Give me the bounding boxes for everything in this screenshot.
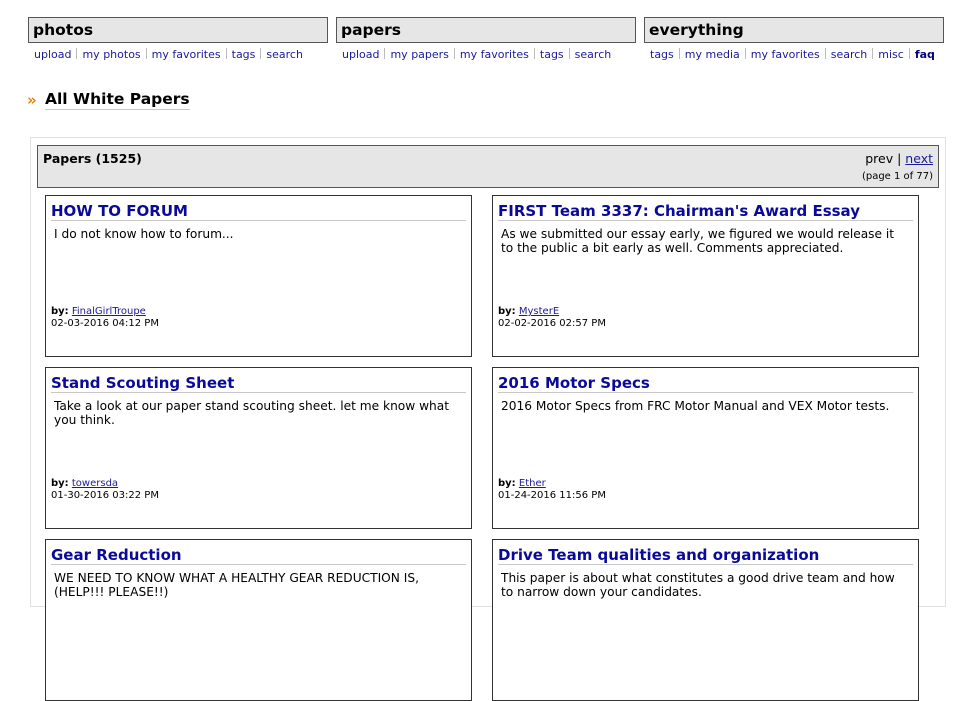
paper-card: Gear Reduction WE NEED TO KNOW WHAT A HE… <box>45 539 472 701</box>
page-title: All White Papers <box>45 90 190 110</box>
by-label: by: <box>498 306 516 317</box>
paper-author: by: Ether <box>498 478 546 489</box>
paper-title[interactable]: Stand Scouting Sheet <box>51 374 466 393</box>
everything-links: tags my media my favorites search misc faq <box>650 48 935 61</box>
photos-favorites-link[interactable]: my favorites <box>152 48 221 61</box>
separator <box>744 48 746 59</box>
by-label: by: <box>51 478 69 489</box>
paper-description: WE NEED TO KNOW WHAT A HEALTHY GEAR REDU… <box>54 571 419 599</box>
listing-header: Papers (1525) prev | next (page 1 of 77) <box>37 145 939 188</box>
author-link[interactable]: towersda <box>72 478 118 489</box>
paper-date: 02-03-2016 04:12 PM <box>51 318 159 329</box>
photos-tags-link[interactable]: tags <box>232 48 256 61</box>
paper-author: by: FinalGirlTroupe <box>51 306 146 317</box>
paper-author: by: MysterE <box>498 306 559 317</box>
paper-date: 01-30-2016 03:22 PM <box>51 490 159 501</box>
separator <box>384 48 386 59</box>
separator <box>453 48 455 59</box>
top-nav: photos upload my photos my favorites tags se… <box>28 17 945 63</box>
separator <box>568 48 570 59</box>
separator <box>824 48 826 59</box>
separator <box>145 48 147 59</box>
paper-title[interactable]: Drive Team qualities and organization <box>498 546 913 565</box>
author-link[interactable]: Ether <box>519 478 546 489</box>
paper-description: 2016 Motor Specs from FRC Motor Manual a… <box>501 399 890 413</box>
author-link[interactable]: FinalGirlTroupe <box>72 306 146 317</box>
paper-card: Stand Scouting Sheet Take a look at our … <box>45 367 472 529</box>
paper-date: 01-24-2016 11:56 PM <box>498 490 606 501</box>
pager-separator: | <box>897 151 902 166</box>
paper-title[interactable]: HOW TO FORUM <box>51 202 466 221</box>
faq-link[interactable]: faq <box>915 48 935 61</box>
separator <box>225 48 227 59</box>
papers-tags-link[interactable]: tags <box>540 48 564 61</box>
separator <box>908 48 910 59</box>
separator <box>533 48 535 59</box>
by-label: by: <box>51 306 69 317</box>
paper-card: 2016 Motor Specs 2016 Motor Specs from F… <box>492 367 919 529</box>
paper-description: As we submitted our essay early, we figu… <box>501 227 895 255</box>
everything-search-link[interactable]: search <box>831 48 868 61</box>
papers-search-link[interactable]: search <box>575 48 612 61</box>
paper-card: HOW TO FORUM I do not know how to forum.… <box>45 195 472 357</box>
double-chevron-right-icon: » <box>27 91 37 109</box>
papers-links: upload my papers my favorites tags search <box>342 48 611 61</box>
everything-favorites-link[interactable]: my favorites <box>751 48 820 61</box>
by-label: by: <box>498 478 516 489</box>
prev-label: prev <box>865 151 894 166</box>
my-papers-link[interactable]: my papers <box>390 48 448 61</box>
paper-title[interactable]: 2016 Motor Specs <box>498 374 913 393</box>
page-info: (page 1 of 77) <box>861 171 933 182</box>
papers-count: Papers (1525) <box>43 151 142 166</box>
separator <box>260 48 262 59</box>
tab-photos[interactable]: photos <box>28 17 328 43</box>
papers-upload-link[interactable]: upload <box>342 48 379 61</box>
photos-search-link[interactable]: search <box>266 48 303 61</box>
everything-tags-link[interactable]: tags <box>650 48 674 61</box>
paper-card: Drive Team qualities and organization Th… <box>492 539 919 701</box>
separator <box>872 48 874 59</box>
tab-papers[interactable]: papers <box>336 17 636 43</box>
my-photos-link[interactable]: my photos <box>82 48 140 61</box>
paper-date: 02-02-2016 02:57 PM <box>498 318 606 329</box>
photos-links: upload my photos my favorites tags search <box>34 48 303 61</box>
my-media-link[interactable]: my media <box>685 48 740 61</box>
misc-link[interactable]: misc <box>878 48 904 61</box>
paper-author: by: towersda <box>51 478 118 489</box>
pagination: prev | next <box>865 151 933 166</box>
papers-favorites-link[interactable]: my favorites <box>460 48 529 61</box>
separator <box>678 48 680 59</box>
paper-description: Take a look at our paper stand scouting … <box>54 399 450 427</box>
separator <box>76 48 78 59</box>
paper-title[interactable]: FIRST Team 3337: Chairman's Award Essay <box>498 202 913 221</box>
paper-title[interactable]: Gear Reduction <box>51 546 466 565</box>
paper-description: I do not know how to forum... <box>54 227 234 241</box>
photos-upload-link[interactable]: upload <box>34 48 71 61</box>
paper-card: FIRST Team 3337: Chairman's Award Essay … <box>492 195 919 357</box>
tab-everything[interactable]: everything <box>644 17 944 43</box>
author-link[interactable]: MysterE <box>519 306 559 317</box>
next-link[interactable]: next <box>905 151 933 166</box>
paper-description: This paper is about what constitutes a g… <box>501 571 895 599</box>
